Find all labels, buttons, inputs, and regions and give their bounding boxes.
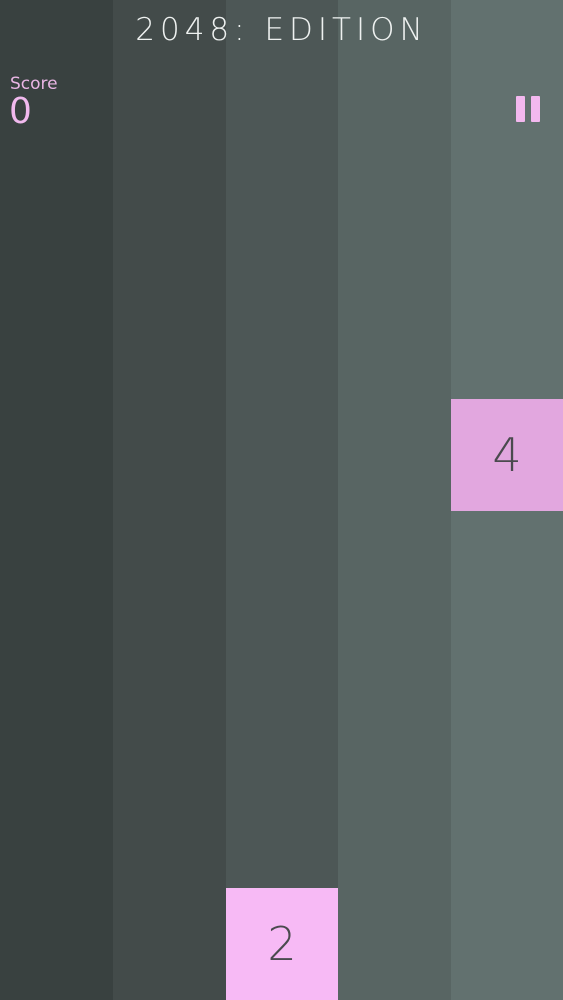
pause-button[interactable] bbox=[514, 94, 544, 124]
game-title: 2048: EDITION bbox=[135, 12, 428, 48]
tile-2-value: 2 bbox=[267, 917, 297, 971]
score-value: 0 bbox=[9, 91, 32, 132]
pause-bar-right bbox=[531, 96, 540, 122]
column-4 bbox=[338, 0, 451, 1000]
game-screen[interactable]: 2048: EDITION Score 0 4 2 bbox=[0, 0, 563, 1000]
column-2 bbox=[113, 0, 226, 1000]
tile-2: 2 bbox=[226, 888, 338, 1000]
column-3 bbox=[226, 0, 338, 1000]
pause-bar-left bbox=[516, 96, 525, 122]
tile-4-value: 4 bbox=[492, 428, 522, 482]
column-1 bbox=[0, 0, 113, 1000]
tile-4: 4 bbox=[451, 399, 563, 511]
